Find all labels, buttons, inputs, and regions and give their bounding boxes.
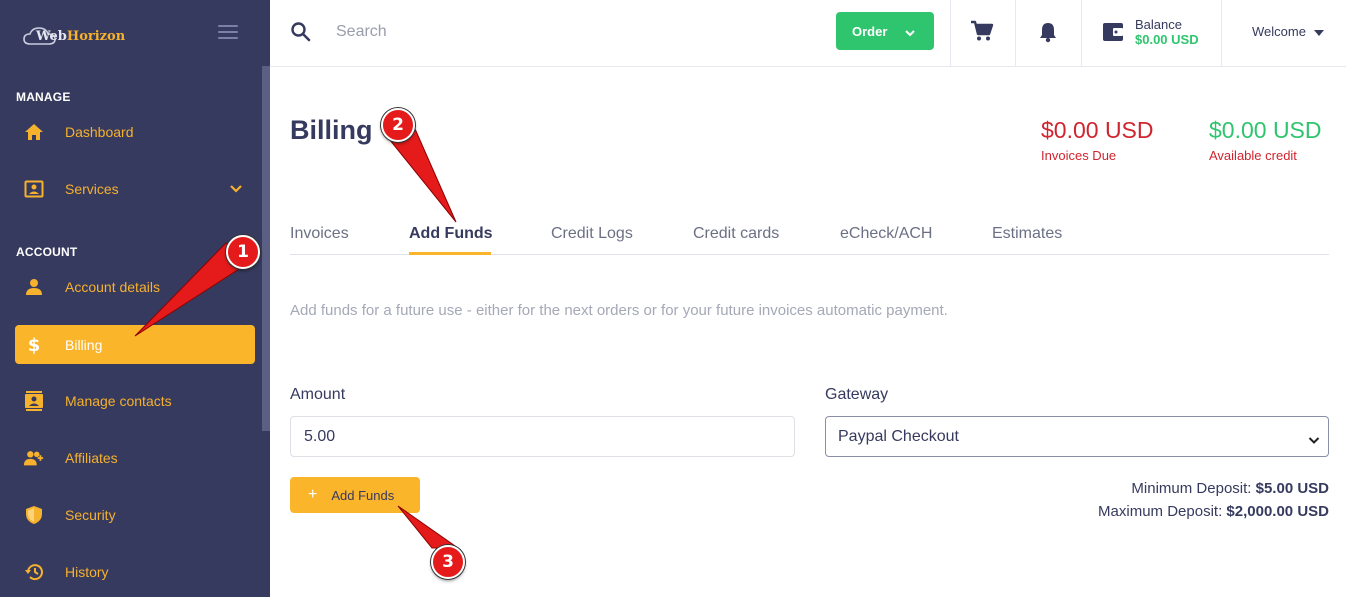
balance-label: Balance: [1135, 17, 1182, 32]
sidebar-item-label: Affiliates: [65, 449, 118, 466]
min-deposit-label: Minimum Deposit:: [1131, 480, 1252, 497]
logo-text-horizon: Horizon: [66, 28, 126, 44]
logo[interactable]: WebHorizon: [22, 24, 125, 48]
section-label-manage: MANAGE: [16, 90, 71, 104]
chevron-down-icon: [904, 26, 916, 41]
tab-invoices[interactable]: Invoices: [290, 225, 349, 243]
section-label-account: ACCOUNT: [16, 245, 78, 259]
amount-label: Amount: [290, 386, 346, 403]
sidebar-item-label: Dashboard: [65, 123, 134, 140]
svg-text:$: $: [28, 335, 41, 355]
annotation-badge-3: 3: [431, 545, 465, 579]
order-button[interactable]: Order: [836, 12, 934, 50]
tab-estimates[interactable]: Estimates: [992, 225, 1062, 243]
sidebar-item-account-details[interactable]: Account details: [15, 267, 255, 306]
divider: [1221, 0, 1222, 67]
sidebar-item-billing[interactable]: $ Billing: [15, 325, 255, 364]
home-icon: [23, 121, 45, 143]
sidebar-item-label: Billing: [65, 336, 103, 353]
min-deposit-value: $5.00 USD: [1255, 480, 1329, 497]
search-icon[interactable]: [290, 21, 312, 48]
services-icon: [23, 178, 45, 200]
chevron-down-icon: [1308, 432, 1320, 450]
gateway-selected-value: Paypal Checkout: [838, 427, 959, 445]
logo-text: WebHorizon: [36, 29, 125, 44]
welcome-label: Welcome: [1252, 24, 1306, 39]
invoices-due-label: Invoices Due: [1041, 148, 1117, 163]
sidebar-item-dashboard[interactable]: Dashboard: [15, 112, 255, 151]
divider: [1081, 0, 1082, 67]
sidebar-item-manage-contacts[interactable]: Manage contacts: [15, 381, 255, 420]
wallet-icon[interactable]: [1102, 22, 1124, 47]
active-tab-indicator: [409, 252, 491, 255]
tab-echeck-ach[interactable]: eCheck/ACH: [840, 225, 932, 243]
minimum-deposit: Minimum Deposit: $5.00 USD: [1131, 480, 1329, 497]
sidebar-item-label: Services: [65, 180, 119, 197]
topbar: Order Balance $0.00 USD Welcome: [270, 0, 1346, 67]
order-button-label: Order: [852, 23, 888, 39]
max-deposit-value: $2,000.00 USD: [1226, 503, 1329, 520]
divider: [950, 0, 951, 67]
sidebar-item-label: Account details: [65, 278, 160, 295]
sidebar-scrollbar[interactable]: [262, 66, 270, 431]
cart-icon[interactable]: [970, 20, 994, 47]
bell-icon[interactable]: [1038, 21, 1058, 48]
add-funds-button[interactable]: + Add Funds: [290, 477, 420, 513]
user-menu[interactable]: Welcome: [1252, 24, 1324, 39]
sidebar-item-label: Manage contacts: [65, 392, 172, 409]
sidebar-item-label: Security: [65, 506, 116, 523]
user-icon: [23, 276, 45, 298]
gateway-select[interactable]: Paypal Checkout: [825, 416, 1329, 457]
tab-credit-logs[interactable]: Credit Logs: [551, 225, 633, 243]
caret-down-icon: [1313, 24, 1324, 39]
add-funds-description: Add funds for a future use - either for …: [290, 302, 948, 319]
annotation-badge-1: 1: [226, 235, 260, 269]
billing-tabs: Invoices Add Funds Credit Logs Credit ca…: [290, 220, 1329, 255]
available-credit-value: $0.00 USD: [1209, 117, 1322, 143]
tab-credit-cards[interactable]: Credit cards: [693, 225, 779, 243]
search-input[interactable]: [336, 20, 636, 44]
plus-icon: +: [308, 486, 318, 503]
dollar-icon: $: [23, 334, 45, 356]
sidebar-item-affiliates[interactable]: Affiliates: [15, 438, 255, 477]
sidebar-item-label: History: [65, 563, 109, 580]
invoices-due-stat[interactable]: $0.00 USD Invoices Due: [1041, 117, 1154, 163]
amount-input[interactable]: [290, 416, 795, 457]
sidebar-item-security[interactable]: Security: [15, 495, 255, 534]
logo-text-web: Web: [36, 28, 67, 44]
contacts-icon: [23, 390, 45, 412]
chevron-down-icon[interactable]: [229, 181, 243, 199]
affiliates-icon: [23, 447, 45, 469]
invoices-due-value: $0.00 USD: [1041, 117, 1154, 143]
history-icon: [23, 561, 45, 583]
balance-value: $0.00 USD: [1135, 32, 1199, 47]
add-funds-button-label: Add Funds: [331, 487, 395, 503]
sidebar-item-services[interactable]: Services: [15, 169, 255, 208]
available-credit-stat[interactable]: $0.00 USD Available credit: [1209, 117, 1322, 163]
tab-add-funds[interactable]: Add Funds: [409, 225, 493, 243]
maximum-deposit: Maximum Deposit: $2,000.00 USD: [1098, 503, 1329, 520]
max-deposit-label: Maximum Deposit:: [1098, 503, 1223, 520]
available-credit-label: Available credit: [1209, 148, 1297, 163]
gateway-label: Gateway: [825, 386, 889, 403]
shield-icon: [23, 504, 45, 526]
sidebar: WebHorizon MANAGE Dashboard Services ACC…: [0, 0, 270, 597]
divider: [1015, 0, 1016, 67]
page-title: Billing: [290, 115, 373, 145]
menu-toggle-icon[interactable]: [218, 25, 238, 39]
sidebar-item-history[interactable]: History: [15, 552, 255, 591]
app-root: WebHorizon MANAGE Dashboard Services ACC…: [0, 0, 1346, 597]
annotation-badge-2: 2: [381, 108, 415, 142]
